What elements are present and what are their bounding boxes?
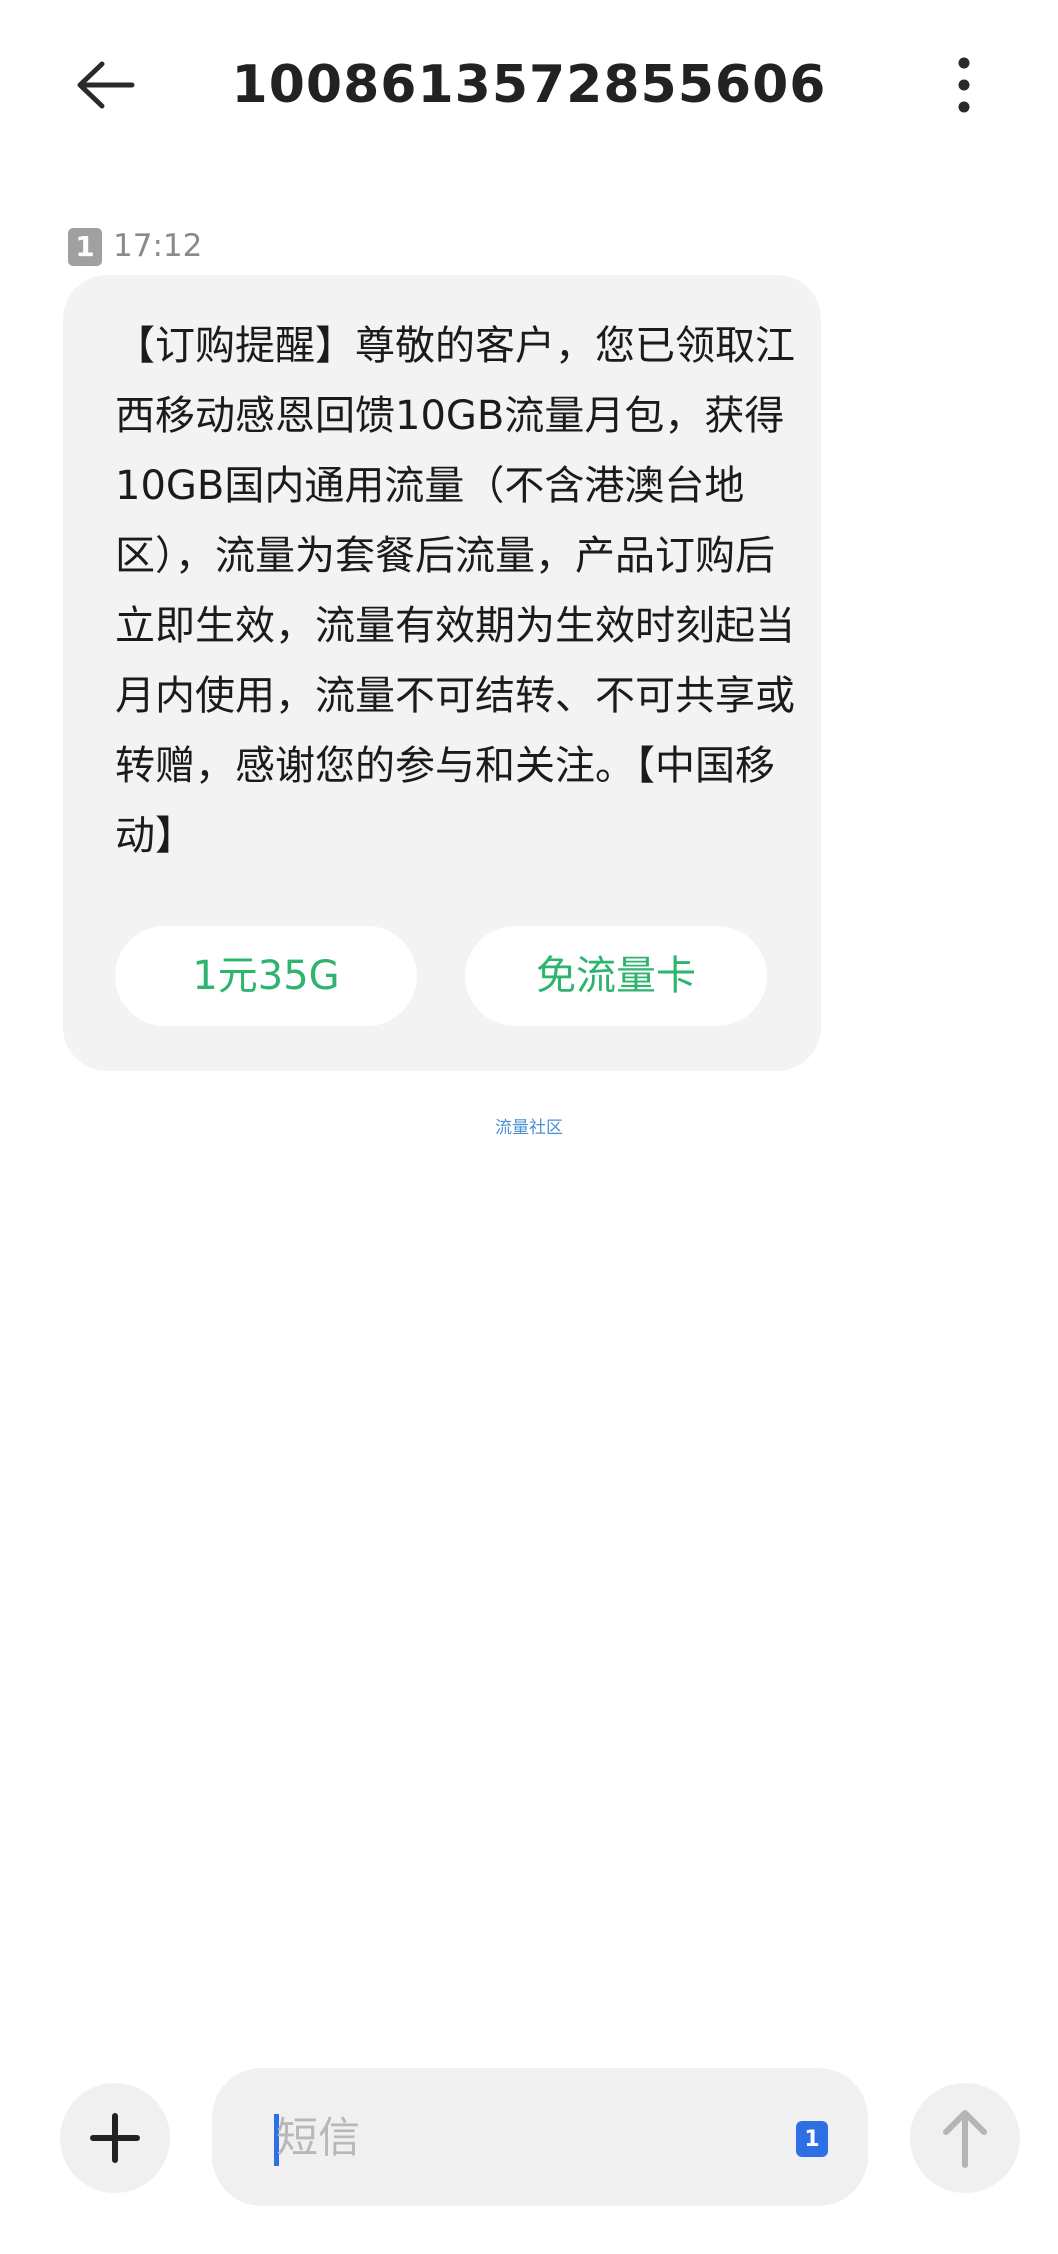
more-vertical-icon	[958, 57, 970, 113]
plus-icon	[90, 2113, 140, 2163]
data-community-link[interactable]: 流量社区	[0, 1116, 1058, 1140]
top-app-bar: 1008613572855606	[0, 0, 1058, 170]
back-button[interactable]	[68, 50, 148, 120]
message-bubble[interactable]: 【订购提醒】尊敬的客户，您已领取江西移动感恩回馈10GB流量月包，获得10GB国…	[63, 275, 821, 1071]
sim-select-icon[interactable]: 1	[796, 2121, 828, 2157]
message-body: 【订购提醒】尊敬的客户，您已领取江西移动感恩回馈10GB流量月包，获得10GB国…	[115, 323, 795, 859]
sim-slot-badge: 1	[68, 228, 102, 266]
action-button-free-data-card[interactable]: 免流量卡	[465, 926, 767, 1026]
more-options-button[interactable]	[950, 55, 1010, 115]
add-attachment-button[interactable]	[60, 2083, 170, 2193]
send-button[interactable]	[910, 2083, 1020, 2193]
action-button-1yuan-35g[interactable]: 1元35G	[115, 926, 417, 1026]
arrow-up-icon	[943, 2110, 987, 2168]
message-input[interactable]: 短信 1	[212, 2068, 868, 2206]
arrow-left-icon	[77, 61, 135, 109]
message-timestamp: 17:12	[113, 228, 203, 264]
message-input-placeholder: 短信	[276, 2113, 361, 2162]
conversation-title: 1008613572855606	[231, 55, 827, 115]
